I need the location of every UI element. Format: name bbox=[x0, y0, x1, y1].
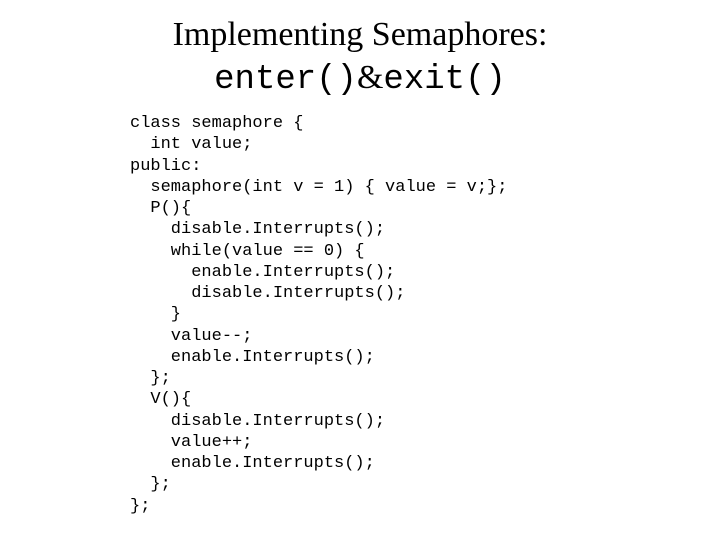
code-block: class semaphore { int value; public: sem… bbox=[130, 113, 720, 517]
slide: Implementing Semaphores: enter()&exit() … bbox=[0, 0, 720, 540]
title-left-code: enter() bbox=[214, 61, 357, 99]
title-line1: Implementing Semaphores: bbox=[0, 14, 720, 57]
slide-title: Implementing Semaphores: enter()&exit() bbox=[0, 0, 720, 101]
title-amp: & bbox=[357, 59, 383, 96]
title-right-code: exit() bbox=[383, 61, 505, 99]
title-line2: enter()&exit() bbox=[0, 57, 720, 102]
